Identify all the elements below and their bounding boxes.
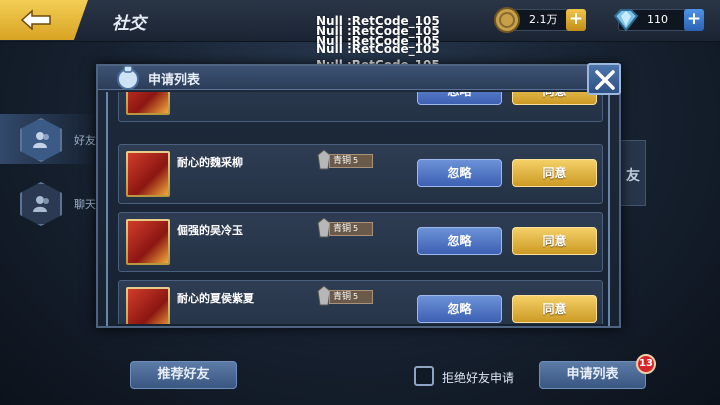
friends-icon-frame (20, 118, 62, 162)
agree-button[interactable]: 同意 (512, 159, 597, 187)
apply-list-button[interactable]: 申请列表 (539, 361, 646, 389)
side-tab-chat[interactable]: 聊天 (0, 180, 96, 228)
avatar[interactable] (126, 287, 170, 324)
agree-button[interactable]: 同意 (512, 227, 597, 255)
rank-badge: 青铜 5 (317, 149, 375, 171)
side-tab-friends[interactable]: 好友 (0, 116, 96, 164)
gem-icon (613, 9, 639, 32)
close-button[interactable] (587, 63, 621, 95)
rank-badge: 青铜 5 (317, 217, 375, 239)
ignore-button[interactable]: 忽略 (417, 159, 502, 187)
rank-name: 青铜 (333, 292, 352, 302)
avatar[interactable] (126, 151, 170, 197)
back-button[interactable] (0, 0, 88, 40)
right-tab-label: 友 (626, 168, 640, 184)
rank-name: 青铜 (333, 224, 352, 234)
rank-plate: 青铜 5 (329, 290, 373, 304)
side-tab-label: 好友 (74, 134, 96, 147)
agree-button[interactable]: 同意 (512, 295, 597, 323)
list-item: 倔强的吴冷玉 青铜 5 忽略 同意 (118, 212, 603, 272)
rank-level: 5 (353, 292, 359, 301)
rank-name: 青铜 (333, 156, 352, 166)
list-item: 耐心的夏侯紫夏 青铜 5 忽略 同意 (118, 280, 603, 324)
apply-list[interactable]: 忽略 同意 耐心的魏采柳 青铜5 忽略 同意 倔强的吴冷玉 (118, 92, 603, 324)
plus-icon: + (568, 9, 584, 29)
apply-list-dialog: 申请列表 忽略 同意 耐心的魏采柳 青铜5 忽略 同意 (96, 64, 621, 328)
avatar[interactable] (126, 219, 170, 265)
chat-icon-frame (20, 182, 62, 226)
list-item: 耐心的魏采柳 青铜 5 忽略 同意 (118, 144, 603, 204)
ignore-button[interactable]: 忽略 (417, 295, 502, 323)
friends-icon (33, 132, 49, 148)
recommend-friends-button[interactable]: 推荐好友 (130, 361, 237, 389)
gem-amount: 110 (647, 13, 668, 26)
page-title: 社交 (112, 14, 146, 34)
chat-icon (33, 196, 49, 212)
bag-icon (117, 65, 139, 90)
gold-counter: 2.1万 + (494, 7, 586, 33)
add-gold-button[interactable]: + (566, 9, 586, 31)
avatar[interactable] (126, 92, 170, 115)
gem-counter: 110 + (613, 9, 704, 32)
reject-requests-label: 拒绝好友申请 (442, 371, 515, 385)
apply-count-badge: 13 (636, 354, 656, 374)
rank-level: 5 (353, 156, 359, 165)
rank-plate: 青铜 5 (329, 154, 373, 168)
reject-requests-checkbox[interactable] (414, 366, 434, 386)
rank-plate: 青铜 5 (329, 222, 373, 236)
plus-icon: + (686, 9, 702, 29)
ignore-button[interactable]: 忽略 (417, 227, 502, 255)
gold-amount: 2.1万 (529, 13, 558, 26)
agree-button[interactable]: 同意 (512, 92, 597, 105)
player-name: 耐心的夏侯紫夏 (177, 292, 254, 305)
ignore-button[interactable]: 忽略 (417, 92, 502, 105)
coin-icon (494, 7, 520, 33)
player-name: 耐心的魏采柳 (177, 156, 243, 169)
list-item: 忽略 同意 (118, 92, 603, 122)
rank-badge: 青铜 5 (317, 285, 375, 307)
player-name: 倔强的吴冷玉 (177, 224, 243, 237)
dialog-header: 申请列表 (98, 65, 619, 90)
back-arrow-icon (20, 9, 51, 30)
close-icon (595, 70, 615, 90)
side-tab-label: 聊天 (74, 198, 96, 211)
rank-level: 5 (353, 224, 359, 233)
dialog-title: 申请列表 (148, 73, 201, 88)
add-gem-button[interactable]: + (684, 9, 704, 31)
right-tab-friends[interactable]: 友 (620, 140, 646, 206)
debug-text: Null :RetCode_105 (316, 42, 440, 56)
